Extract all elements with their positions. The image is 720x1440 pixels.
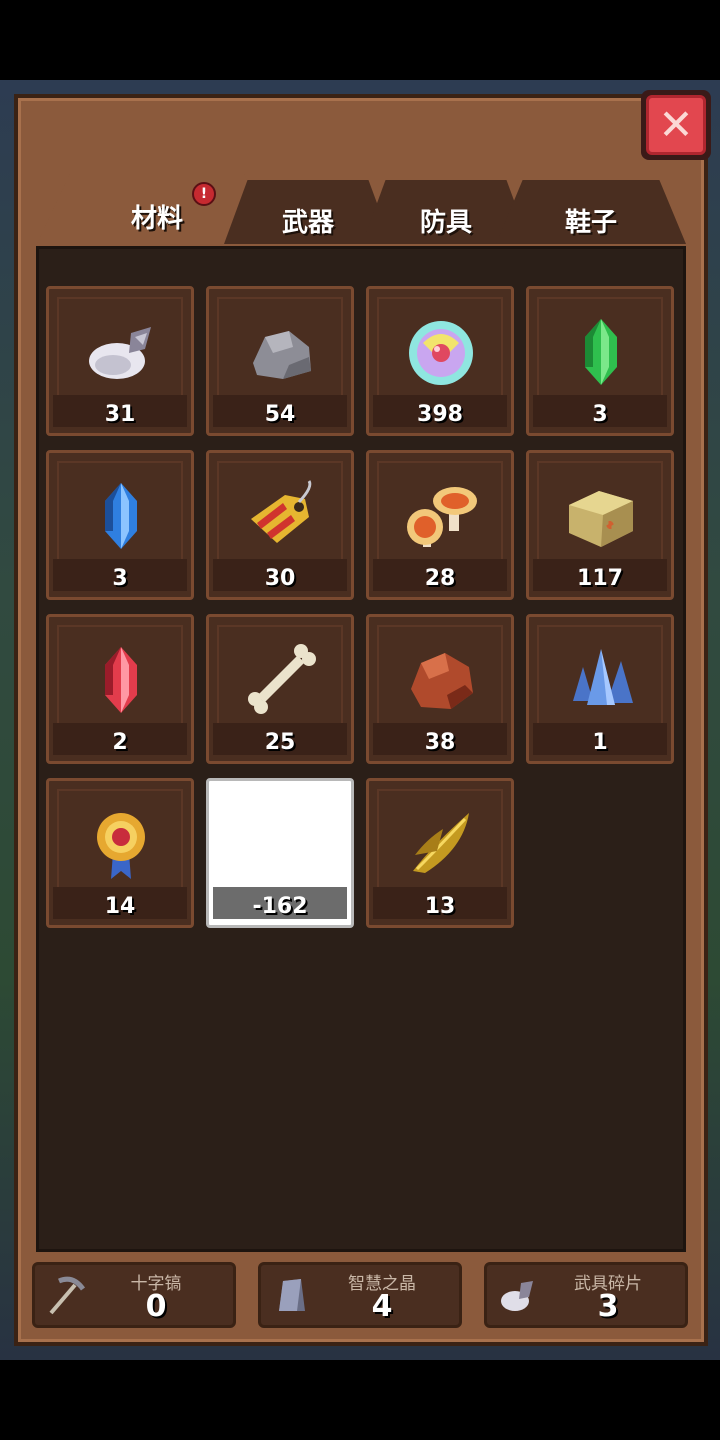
item-slot[interactable]: 14: [46, 778, 194, 928]
item-count: 13: [424, 894, 456, 919]
resource-value: 0: [145, 1289, 167, 1324]
alert-badge-icon: !: [192, 182, 216, 206]
item-count: 117: [577, 566, 623, 591]
resource-wisdom-crystal: 智慧之晶 4: [258, 1262, 462, 1328]
item-count: 1: [592, 730, 608, 755]
inventory-tabs: 材料 ! 武器 防具 鞋子: [36, 174, 688, 246]
gold-medal-icon: [97, 813, 145, 879]
close-x-icon: ✕: [658, 100, 694, 149]
rainbow-orb-icon: [409, 321, 473, 385]
resource-value: 3: [597, 1289, 619, 1324]
stone-icon: [253, 331, 311, 379]
item-count: 25: [264, 730, 296, 755]
item-count: 3: [592, 402, 608, 427]
item-count: 38: [424, 730, 456, 755]
cloth-sack-icon: [89, 327, 151, 379]
item-slot[interactable]: 2: [46, 614, 194, 764]
item-count: 398: [417, 402, 463, 427]
bone-icon: [248, 644, 316, 714]
copper-ore-icon: [411, 653, 473, 709]
item-count: 31: [104, 402, 136, 427]
item-slot[interactable]: 1: [526, 614, 674, 764]
item-slot[interactable]: 3: [526, 286, 674, 436]
item-slot[interactable]: 398: [366, 286, 514, 436]
red-crystal-icon: [105, 647, 137, 713]
item-count: 30: [264, 566, 296, 591]
close-button-face: ✕: [646, 95, 706, 155]
item-count: 2: [112, 730, 128, 755]
item-slot[interactable]: 25: [206, 614, 354, 764]
tab-label: 鞋子: [564, 208, 617, 238]
pickaxe-icon: [49, 1276, 86, 1315]
item-count: 14: [104, 894, 136, 919]
resource-value: 4: [371, 1289, 393, 1324]
wisdom-crystal-icon: [279, 1279, 305, 1311]
item-slot[interactable]: 30: [206, 450, 354, 600]
item-slot[interactable]: 54: [206, 286, 354, 436]
item-count: -162: [252, 894, 308, 919]
item-slot-blank[interactable]: -162: [206, 778, 354, 928]
item-slot[interactable]: 3: [46, 450, 194, 600]
close-button[interactable]: ✕: [641, 90, 711, 160]
blue-crystal-icon: [105, 483, 137, 549]
item-count: 28: [424, 566, 456, 591]
item-slot[interactable]: 13: [366, 778, 514, 928]
armor-shard-icon: [501, 1281, 533, 1311]
mushroom-icon: [407, 487, 477, 547]
golden-leaf-icon: [413, 813, 469, 873]
item-slot[interactable]: 117: [526, 450, 674, 600]
item-slot[interactable]: 31: [46, 286, 194, 436]
blue-crystal-cluster-icon: [573, 649, 633, 705]
item-slot[interactable]: 38: [366, 614, 514, 764]
tab-shoes[interactable]: 鞋子: [496, 180, 686, 244]
item-slot[interactable]: 28: [366, 450, 514, 600]
resource-pickaxe: 十字镐 0: [32, 1262, 236, 1328]
resource-armor-shard: 武具碎片 3: [484, 1262, 688, 1328]
green-crystal-icon: [585, 319, 617, 385]
price-tag-icon: [251, 480, 312, 543]
item-count: 3: [112, 566, 128, 591]
item-count: 54: [264, 402, 296, 427]
cardboard-box-icon: [569, 491, 633, 547]
